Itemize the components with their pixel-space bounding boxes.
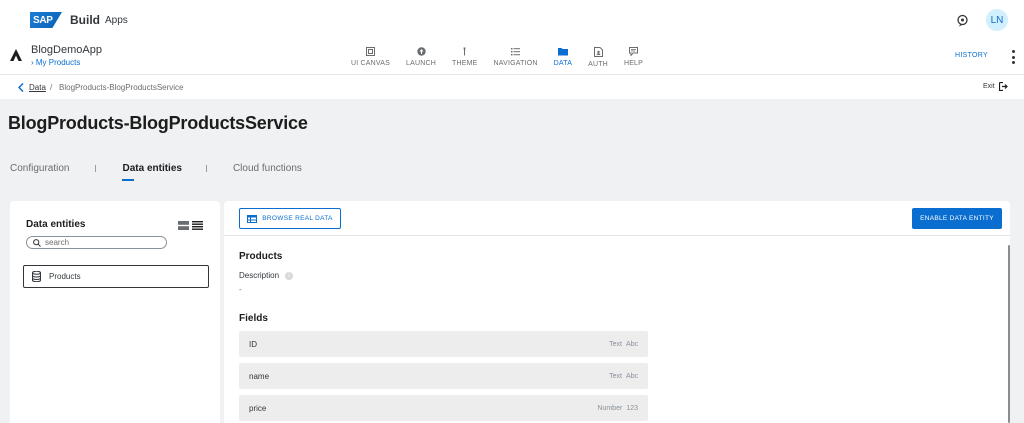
table-icon bbox=[247, 214, 258, 223]
search-field[interactable] bbox=[26, 236, 167, 249]
nav-label: LAUNCH bbox=[406, 60, 436, 67]
nav-label: THEME bbox=[452, 60, 478, 67]
app-name: BlogDemoApp bbox=[31, 44, 102, 56]
tab-cloud-functions[interactable]: Cloud functions bbox=[233, 163, 302, 180]
browse-real-data-label: BROWSE REAL DATA bbox=[262, 215, 333, 222]
more-options-icon[interactable] bbox=[1012, 50, 1015, 64]
exit-icon bbox=[998, 82, 1008, 91]
entities-panel: Data entities Products bbox=[10, 201, 220, 423]
tab-divider bbox=[205, 165, 207, 172]
detail-toolbar: BROWSE REAL DATA ENABLE DATA ENTITY bbox=[224, 201, 1010, 236]
description-label: Description i bbox=[239, 271, 294, 280]
brand-subtitle: Apps bbox=[105, 14, 128, 26]
nav-ui-canvas[interactable]: UI CANVAS bbox=[343, 42, 398, 72]
field-name: ID bbox=[249, 339, 257, 349]
tab-configuration[interactable]: Configuration bbox=[10, 163, 69, 180]
brand-name: Build bbox=[70, 13, 100, 27]
app-bar: BlogDemoApp › My Products UI CANVAS LAUN… bbox=[0, 40, 1024, 74]
nav-label: NAVIGATION bbox=[493, 60, 538, 67]
browse-real-data-button[interactable]: BROWSE REAL DATA bbox=[239, 208, 341, 229]
text-type-icon: Abc bbox=[625, 340, 638, 348]
text-type-icon: Abc bbox=[625, 372, 638, 380]
page-title: BlogProducts-BlogProductsService bbox=[8, 113, 308, 133]
field-type-label: Text bbox=[609, 340, 622, 348]
field-name: name bbox=[249, 371, 270, 381]
notification-icon[interactable] bbox=[954, 12, 970, 28]
description-value: - bbox=[239, 285, 242, 294]
field-row[interactable]: name Text Abc bbox=[239, 363, 648, 389]
entity-name: Products bbox=[49, 272, 81, 281]
tab-bar: Configuration Data entities Cloud functi… bbox=[10, 163, 302, 181]
my-products-label[interactable]: My Products bbox=[36, 58, 80, 67]
list-view-icon[interactable] bbox=[192, 217, 203, 235]
field-type-label: Number bbox=[597, 404, 623, 412]
database-icon bbox=[32, 271, 41, 282]
view-toggle bbox=[178, 217, 203, 235]
field-type: Number 123 bbox=[597, 405, 638, 412]
search-icon bbox=[33, 238, 41, 247]
field-row[interactable]: price Number 123 bbox=[239, 395, 648, 421]
theme-icon bbox=[463, 47, 466, 56]
help-icon bbox=[628, 47, 638, 56]
nav-help[interactable]: HELP bbox=[616, 42, 651, 72]
breadcrumb: Data / BlogProducts-BlogProductsService … bbox=[0, 74, 1024, 99]
info-icon[interactable]: i bbox=[285, 271, 294, 280]
breadcrumb-data-link[interactable]: Data bbox=[29, 83, 46, 92]
exit-button[interactable]: Exit bbox=[983, 82, 1008, 91]
entity-detail-panel: BROWSE REAL DATA ENABLE DATA ENTITY Prod… bbox=[224, 201, 1010, 423]
field-row[interactable]: ID Text Abc bbox=[239, 331, 648, 357]
top-nav: UI CANVAS LAUNCH THEME NAVIGATION DATA A… bbox=[343, 42, 651, 72]
nav-navigation[interactable]: NAVIGATION bbox=[486, 42, 546, 72]
history-button[interactable]: HISTORY bbox=[955, 52, 988, 59]
breadcrumb-current: BlogProducts-BlogProductsService bbox=[59, 83, 184, 92]
tab-data-entities[interactable]: Data entities bbox=[122, 163, 182, 181]
breadcrumb-separator: / bbox=[50, 83, 53, 92]
shell-bar: SAP Build Apps LN bbox=[0, 0, 1024, 40]
field-type: Text Abc bbox=[609, 373, 638, 380]
nav-theme[interactable]: THEME bbox=[444, 42, 486, 72]
field-type-label: Text bbox=[609, 372, 622, 380]
launch-icon bbox=[416, 47, 426, 56]
tab-divider bbox=[95, 165, 97, 172]
nav-launch[interactable]: LAUNCH bbox=[398, 42, 444, 72]
nav-data[interactable]: DATA bbox=[546, 42, 580, 72]
field-type: Text Abc bbox=[609, 341, 638, 348]
nav-label: UI CANVAS bbox=[351, 60, 391, 67]
canvas-icon bbox=[366, 47, 375, 56]
nav-label: HELP bbox=[623, 60, 644, 67]
sap-logo[interactable]: SAP bbox=[30, 12, 62, 28]
vertical-scrollbar[interactable] bbox=[1008, 245, 1010, 423]
description-label-text: Description bbox=[239, 271, 280, 280]
auth-icon bbox=[593, 46, 603, 57]
folder-icon bbox=[557, 48, 568, 56]
chevron-left-icon[interactable] bbox=[17, 82, 24, 94]
entity-title: Products bbox=[239, 251, 283, 262]
exit-label: Exit bbox=[983, 83, 995, 90]
fields-title: Fields bbox=[239, 313, 268, 324]
enable-data-entity-button[interactable]: ENABLE DATA ENTITY bbox=[912, 208, 1002, 229]
entity-list-item[interactable]: Products bbox=[23, 265, 209, 288]
search-input[interactable] bbox=[45, 238, 155, 247]
app-logo-icon bbox=[9, 48, 23, 62]
my-products-link[interactable]: › My Products bbox=[31, 58, 80, 67]
nav-label: DATA bbox=[553, 60, 573, 67]
navigation-icon bbox=[511, 48, 521, 56]
card-view-icon[interactable] bbox=[178, 217, 189, 235]
avatar[interactable]: LN bbox=[986, 9, 1008, 31]
nav-auth[interactable]: AUTH bbox=[580, 42, 616, 72]
entities-panel-title: Data entities bbox=[26, 219, 86, 230]
field-name: price bbox=[249, 403, 267, 413]
number-type-icon: 123 bbox=[626, 404, 638, 412]
nav-label: AUTH bbox=[588, 60, 608, 68]
